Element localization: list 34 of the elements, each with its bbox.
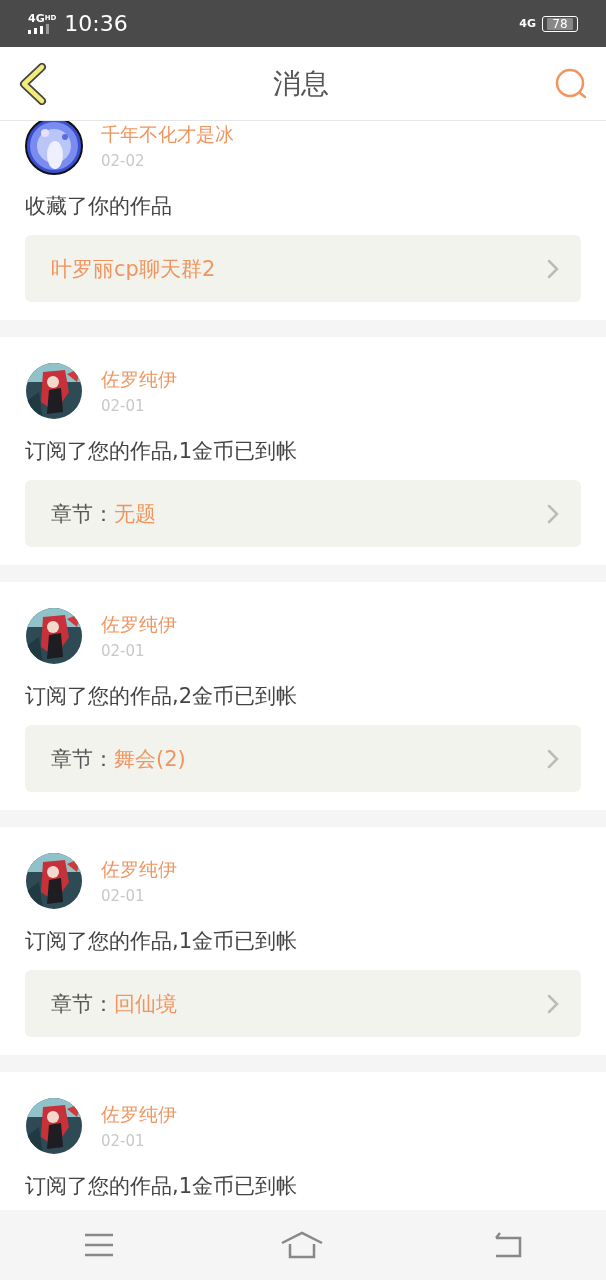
chevron-right-icon <box>547 258 559 279</box>
user-name[interactable]: 千年不化才是冰 <box>101 122 234 148</box>
battery-icon: 78 <box>542 15 578 32</box>
chevron-right-icon <box>547 993 559 1014</box>
message-text: 收藏了你的作品 <box>25 193 173 220</box>
work-link[interactable]: 叶罗丽cp聊天群2 <box>25 235 581 302</box>
signal-icon <box>28 24 52 34</box>
message-text: 订阅了您的作品,2金币已到帐 <box>25 683 299 710</box>
work-link[interactable]: 章节：舞会(2) <box>25 725 581 792</box>
message-text: 订阅了您的作品,1金币已到帐 <box>25 438 299 465</box>
home-icon[interactable] <box>281 1231 323 1259</box>
page-title: 消息 <box>273 65 329 102</box>
message-text: 订阅了您的作品,1金币已到帐 <box>25 1173 299 1200</box>
menu-icon[interactable] <box>83 1233 114 1257</box>
message-text: 订阅了您的作品,1金币已到帐 <box>25 928 299 955</box>
work-link[interactable]: 章节：无题 <box>25 480 581 547</box>
link-label: 章节： <box>51 500 114 528</box>
link-title: 无题 <box>114 500 156 528</box>
chevron-right-icon <box>547 748 559 769</box>
user-name[interactable]: 佐罗纯伊 <box>101 612 177 638</box>
status-time: 10:36 <box>64 11 128 36</box>
link-title: 叶罗丽cp聊天群2 <box>51 255 216 283</box>
link-title: 舞会(2) <box>114 745 186 773</box>
back-icon[interactable] <box>18 62 48 105</box>
user-name[interactable]: 佐罗纯伊 <box>101 1102 177 1128</box>
chevron-right-icon <box>547 503 559 524</box>
user-name[interactable]: 佐罗纯伊 <box>101 857 177 883</box>
link-title: 回仙境 <box>114 990 177 1018</box>
network-label: 4G <box>519 18 536 29</box>
user-name[interactable]: 佐罗纯伊 <box>101 367 177 393</box>
search-icon[interactable] <box>554 66 588 101</box>
link-label: 章节： <box>51 990 114 1018</box>
work-link[interactable]: 章节：回仙境 <box>25 970 581 1037</box>
link-label: 章节： <box>51 745 114 773</box>
